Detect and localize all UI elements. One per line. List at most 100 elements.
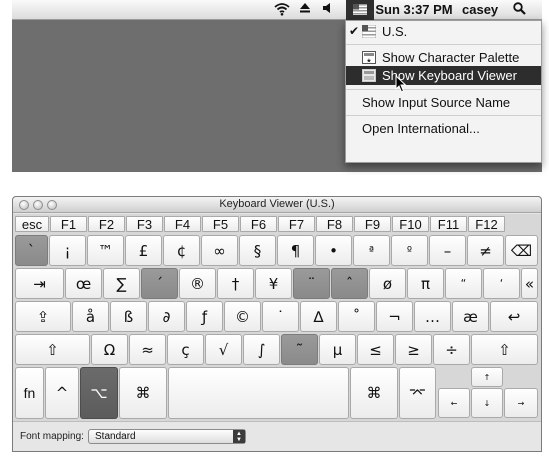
key-z[interactable]: Ω [91,334,128,365]
key-esc[interactable]: esc [15,216,49,232]
key-w[interactable]: ∑ [103,268,140,299]
key-left-bracket[interactable]: “ [445,268,482,299]
key-x[interactable]: ≈ [129,334,166,365]
menu-separator [346,44,541,45]
key-f10[interactable]: F10 [392,216,429,232]
key-0[interactable]: º [391,235,428,266]
key-f6[interactable]: F6 [240,216,277,232]
checkmark-icon: ✔ [349,24,360,38]
font-mapping-label: Font mapping: [20,431,84,442]
key-slash[interactable]: ÷ [433,334,470,365]
key-a[interactable]: å [72,301,109,332]
eject-icon[interactable] [299,2,313,18]
key-5[interactable]: ∞ [201,235,238,266]
key-semicolon[interactable]: … [414,301,451,332]
key-1[interactable]: ¡ [49,235,86,266]
key-h[interactable]: ˙ [262,301,299,332]
key-delete[interactable]: ⌫ [505,235,538,266]
menubar-user[interactable]: casey [462,2,498,18]
key-f5[interactable]: F5 [202,216,239,232]
key-enter[interactable]: ⌤ [399,367,436,419]
volume-icon[interactable] [322,2,336,18]
menu-item-label: U.S. [382,24,408,39]
key-right-bracket[interactable]: ‘ [483,268,520,299]
key-r[interactable]: ® [179,268,216,299]
key-f9[interactable]: F9 [354,216,391,232]
key-l[interactable]: ¬ [376,301,413,332]
key-o[interactable]: ø [369,268,406,299]
key-m[interactable]: µ [319,334,356,365]
key-f3[interactable]: F3 [126,216,163,232]
wifi-icon[interactable] [274,2,290,18]
key-tab[interactable]: ⇥ [15,268,64,299]
key-8[interactable]: • [315,235,352,266]
key-return[interactable]: ↩ [490,301,538,332]
key-9[interactable]: ª [353,235,390,266]
key-f[interactable]: ƒ [186,301,223,332]
key-f11[interactable]: F11 [430,216,467,232]
font-mapping-value: Standard [95,431,136,442]
key-4[interactable]: ¢ [163,235,200,266]
key-j[interactable]: ∆ [300,301,337,332]
key-backtick[interactable]: ` [15,235,48,266]
key-f7[interactable]: F7 [278,216,315,232]
menu-item-show-character-palette[interactable]: ★ Show Character Palette [346,48,541,67]
key-u[interactable]: ¨ [293,268,330,299]
key-right-shift[interactable]: ⇧ [471,334,538,365]
menu-bar: Sun 3:37 PM casey [12,0,542,20]
spotlight-icon[interactable] [513,2,527,18]
key-f1[interactable]: F1 [50,216,87,232]
key-left-command[interactable]: ⌘ [119,367,167,419]
key-3[interactable]: £ [125,235,162,266]
menubar-clock[interactable]: Sun 3:37 PM [374,2,454,18]
key-n[interactable]: ˜ [281,334,318,365]
key-space[interactable] [168,367,349,419]
svg-text:★: ★ [366,58,371,65]
key-k[interactable]: ˚ [338,301,375,332]
key-e[interactable]: ´ [141,268,178,299]
key-f8[interactable]: F8 [316,216,353,232]
key-arrow-down[interactable]: ↓ [471,388,503,418]
menu-item-open-international[interactable]: Open International... [346,119,541,138]
key-f12[interactable]: F12 [468,216,505,232]
key-c[interactable]: ç [167,334,204,365]
key-q[interactable]: œ [65,268,102,299]
desktop-background: Sun 3:37 PM casey ✔ U.S. ★ Show Characte… [12,0,542,172]
key-right-command[interactable]: ⌘ [350,367,398,419]
key-fn[interactable]: fn [15,367,44,419]
key-option[interactable]: ⌥ [80,367,118,419]
key-control[interactable]: ^ [45,367,79,419]
key-y[interactable]: ¥ [255,268,292,299]
menu-item-show-input-source-name[interactable]: Show Input Source Name [346,93,541,112]
menu-item-us[interactable]: ✔ U.S. [346,22,541,41]
key-equals[interactable]: ≠ [467,235,504,266]
key-t[interactable]: † [217,268,254,299]
key-i[interactable]: ˆ [331,268,368,299]
key-arrow-left[interactable]: ← [438,388,470,418]
us-flag-icon[interactable] [346,0,374,20]
menu-separator [346,89,541,90]
key-b[interactable]: ∫ [243,334,280,365]
key-g[interactable]: © [224,301,261,332]
menu-item-show-keyboard-viewer[interactable]: Show Keyboard Viewer [346,66,541,85]
key-p[interactable]: π [407,268,444,299]
key-minus[interactable]: – [429,235,466,266]
key-caps-lock[interactable]: ⇪ [15,301,71,332]
window-titlebar: Keyboard Viewer (U.S.) [13,197,541,213]
key-left-shift[interactable]: ⇧ [15,334,90,365]
key-v[interactable]: √ [205,334,242,365]
key-backslash[interactable]: « [521,268,538,299]
key-2[interactable]: ™ [87,235,124,266]
key-7[interactable]: ¶ [277,235,314,266]
key-comma[interactable]: ≤ [357,334,394,365]
key-quote[interactable]: æ [452,301,489,332]
key-arrow-right[interactable]: → [504,388,538,418]
key-d[interactable]: ∂ [148,301,185,332]
key-s[interactable]: ß [110,301,147,332]
font-mapping-select[interactable]: Standard ▲ ▼ [88,429,246,444]
key-arrow-up[interactable]: ↑ [471,367,503,387]
key-6[interactable]: § [239,235,276,266]
key-f4[interactable]: F4 [164,216,201,232]
key-f2[interactable]: F2 [88,216,125,232]
key-period[interactable]: ≥ [395,334,432,365]
